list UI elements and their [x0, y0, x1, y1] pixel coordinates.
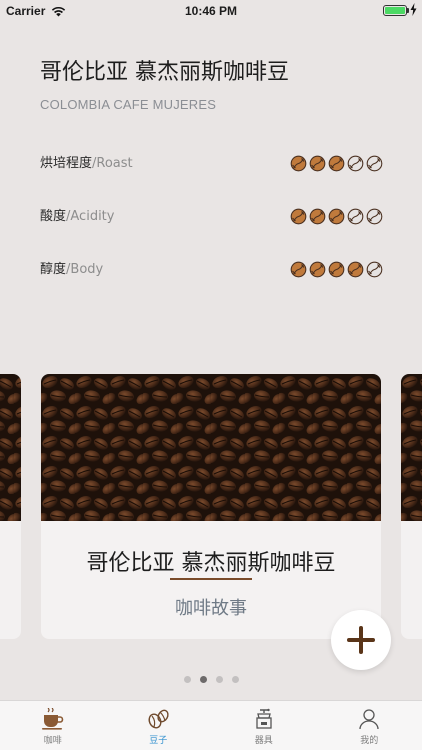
battery-tip — [407, 8, 409, 13]
page-dot[interactable] — [215, 676, 223, 683]
bean-filled-icon — [309, 261, 326, 278]
tab-label: 我的 — [360, 736, 379, 746]
card-divider — [170, 578, 252, 580]
attribute-label: 烘培程度/Roast — [40, 156, 133, 171]
bean-filled-icon — [309, 208, 326, 225]
charging-icon — [410, 3, 417, 21]
coffee-name-en: COLOMBIA CAFE MUJERES — [40, 97, 217, 112]
plus-icon — [347, 626, 375, 654]
tab-label: 器具 — [254, 736, 273, 746]
attribute-body: 醇度/Body — [40, 260, 385, 280]
tab-bar: 咖啡 豆子 器具 我的 — [0, 700, 422, 750]
tab-label: 豆子 — [149, 736, 168, 746]
coffee-name-zh: 哥伦比亚 慕杰丽斯咖啡豆 — [40, 60, 289, 85]
coffee-story-link[interactable]: 咖啡故事 — [41, 594, 381, 620]
bean-empty-icon — [347, 155, 364, 172]
coffee-beans-image — [41, 374, 381, 521]
acidity-rating — [290, 208, 383, 225]
previous-card[interactable] — [0, 374, 21, 639]
next-card[interactable] — [401, 374, 422, 639]
bean-empty-icon — [366, 208, 383, 225]
page-dot[interactable] — [231, 676, 239, 683]
bean-empty-icon — [347, 208, 364, 225]
attribute-roast: 烘培程度/Roast — [40, 154, 385, 174]
roast-rating — [290, 155, 383, 172]
tab-equipment[interactable]: 器具 — [211, 701, 317, 750]
tab-beans[interactable]: 豆子 — [106, 701, 212, 750]
bean-empty-icon — [366, 261, 383, 278]
body-rating — [290, 261, 383, 278]
bean-filled-icon — [290, 208, 307, 225]
page-dot[interactable] — [183, 676, 191, 683]
page-dot[interactable] — [199, 676, 207, 683]
page-indicator[interactable] — [0, 676, 422, 683]
card-title: 哥伦比亚 慕杰丽斯咖啡豆 — [86, 551, 336, 576]
bean-filled-icon — [290, 261, 307, 278]
attribute-acidity: 酸度/Acidity — [40, 207, 385, 227]
clock-label: 10:46 PM — [184, 4, 238, 18]
attribute-label: 酸度/Acidity — [40, 209, 115, 224]
beans-icon — [148, 709, 169, 729]
bean-filled-icon — [328, 208, 345, 225]
add-button[interactable] — [331, 610, 391, 670]
tab-coffee[interactable]: 咖啡 — [0, 701, 106, 750]
coffee-beans-image — [0, 374, 21, 521]
person-icon — [359, 709, 379, 730]
bean-filled-icon — [328, 155, 345, 172]
coffee-cup-icon — [41, 708, 64, 730]
attribute-label: 醇度/Body — [40, 262, 104, 277]
status-bar: Carrier 10:46 PM — [0, 0, 422, 22]
bean-filled-icon — [328, 261, 345, 278]
tab-label: 咖啡 — [43, 736, 62, 746]
bean-empty-icon — [366, 155, 383, 172]
grinder-icon — [256, 708, 272, 729]
battery-icon — [383, 5, 407, 16]
bean-filled-icon — [309, 155, 326, 172]
bean-filled-icon — [347, 261, 364, 278]
tab-profile[interactable]: 我的 — [317, 701, 422, 750]
bean-filled-icon — [290, 155, 307, 172]
coffee-beans-image — [401, 374, 422, 521]
